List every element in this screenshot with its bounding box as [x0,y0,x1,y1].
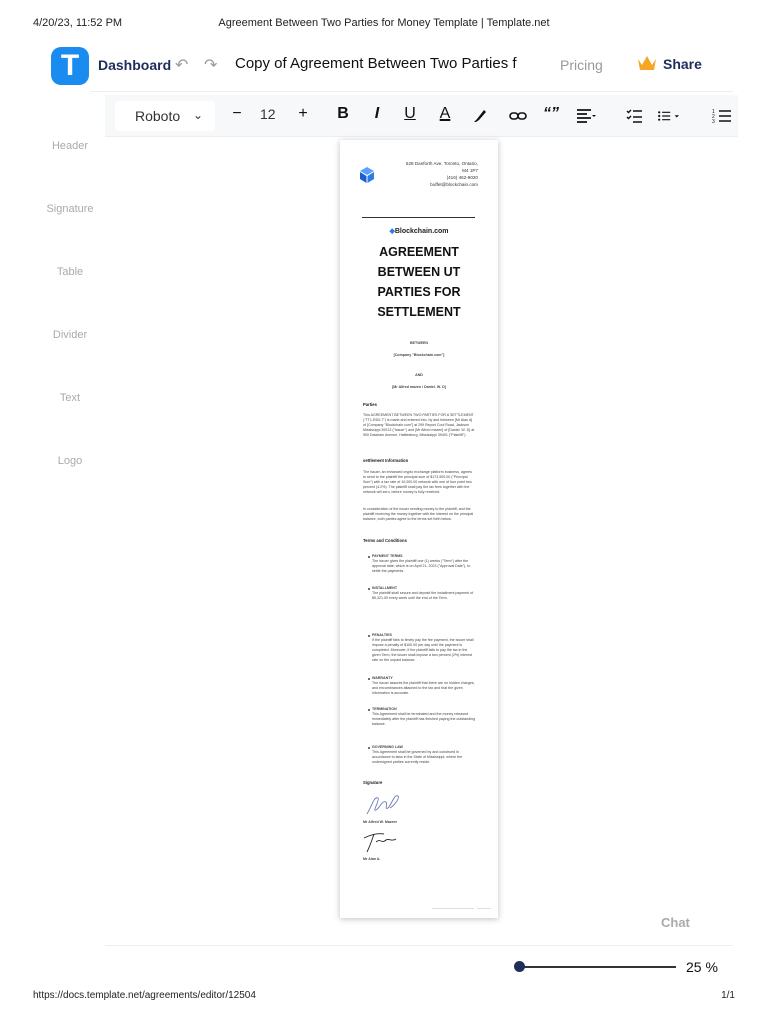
signer-two-name: Mr Alan A. [363,857,381,861]
sidebar-item-table[interactable]: Table [35,266,105,278]
parties-text: This AGREEMENT BETWEEN TWO PARTIES FOR A… [363,413,475,437]
underline-button[interactable]: U [399,105,421,123]
term-item: PENALTIES If the plaintiff fails to timel… [372,633,474,662]
chat-button[interactable]: Chat [661,915,690,930]
bold-button[interactable]: B [332,105,354,123]
font-family-select[interactable]: Roboto ⌄ [115,101,215,131]
quote-icon[interactable]: “” [540,105,562,123]
page-footer-line [432,908,474,909]
font-family-value: Roboto [135,108,181,124]
pricing-link[interactable]: Pricing [560,57,603,73]
settlement-heading: settlement Information [363,458,409,463]
document-title[interactable]: Copy of Agreement Between Two Parties fo… [235,55,517,72]
print-footer: https://docs.template.net/agreements/edi… [33,990,735,1004]
print-page-number: 1/1 [721,990,735,1001]
header-divider [362,217,475,218]
parties-heading: Parties [363,402,377,407]
sidebar-item-text[interactable]: Text [35,392,105,404]
font-size-value[interactable]: 12 [260,106,276,122]
agreement-title[interactable]: AGREEMENT BETWEEN UT PARTIES FOR SETTLEM… [355,242,483,322]
term-item: INSTALLMENT The plaintiff shall secure an… [372,586,474,600]
bullet-icon [368,556,370,558]
sidebar-item-divider[interactable]: Divider [35,329,105,341]
print-page-title: Agreement Between Two Parties for Money … [218,17,550,29]
term-item: PAYMENT TERMS The issuer gives the plaint… [372,554,471,573]
numbered-list-icon[interactable]: 123 [711,107,733,125]
bullet-icon [368,588,370,590]
topbar-divider [90,91,733,92]
sidebar-item-logo[interactable]: Logo [35,455,105,467]
highlighter-icon[interactable] [469,107,491,125]
letterhead[interactable]: 528 Danforth Ave, Toronto, Ontario, M4 1… [340,140,498,210]
bullet-icon [368,747,370,749]
text-color-button[interactable]: A [434,105,456,123]
bullet-list-icon[interactable] [657,107,679,125]
align-menu-icon[interactable] [575,107,597,125]
term-item: GOVERNING LAW This Agreement shall be gov… [372,745,463,764]
zoom-slider-track[interactable] [519,966,676,968]
print-header: 4/20/23, 11:52 PM Agreement Between Two … [33,17,735,31]
party-one: [Company "Blockchain.com"] [393,353,445,357]
terms-heading: Terms and Conditions [363,538,407,543]
increase-font-size-button[interactable]: + [292,105,314,123]
undo-icon[interactable]: ↶ [175,55,188,75]
link-icon[interactable] [507,107,529,125]
term-item: WARRANTY The issuer assures the plaintiff… [372,676,475,695]
between-label: BETWEEN [410,341,428,345]
bullet-icon [368,635,370,637]
brand-name: ◆Blockchain.com [389,228,449,235]
signature-one-image [366,795,399,815]
bullet-icon [368,709,370,711]
redo-icon[interactable]: ↷ [204,55,217,75]
bottom-divider [105,945,733,946]
term-item: TERMINATION This Agreement shall be termi… [372,707,476,726]
signer-one-name: Mr Alfred W. Mazeer [363,820,398,824]
settlement-text: The issuer, an enhanced crypto exchange … [363,470,472,494]
crown-icon [638,56,656,70]
signature-heading: Signature [363,780,383,785]
zoom-slider-handle[interactable] [514,961,525,972]
consideration-text: In consideration of the issuer sending m… [363,507,474,521]
sidebar-item-signature[interactable]: Signature [35,203,105,215]
print-url: https://docs.template.net/agreements/edi… [33,990,256,1001]
share-button[interactable]: Share [663,56,702,72]
company-address: 528 Danforth Ave, Toronto, Ontario, M4 1… [405,161,478,187]
document-page[interactable]: 528 Danforth Ave, Toronto, Ontario, M4 1… [340,140,498,918]
zoom-level: 25 % [686,959,718,975]
format-toolbar: Roboto ⌄ − 12 + B I U A “” 123 [105,95,738,137]
and-label: AND [415,373,423,377]
bullet-icon [368,678,370,680]
signature-two-image [363,833,397,853]
checklist-icon[interactable] [623,107,645,125]
app-topbar: T Dashboard ↶ ↷ Copy of Agreement Betwee… [40,44,728,90]
party-two: [Mr Alfred mazen / Daniel. W. D] [392,385,446,389]
blockchain-logo-icon [360,167,374,183]
svg-text:3: 3 [712,119,715,125]
page-footer-line [477,908,491,909]
sidebar-item-header[interactable]: Header [35,140,105,152]
dashboard-link[interactable]: Dashboard [98,57,171,73]
chevron-down-icon: ⌄ [192,108,203,122]
decrease-font-size-button[interactable]: − [226,105,248,123]
italic-button[interactable]: I [366,105,388,123]
app-logo[interactable]: T [51,47,89,85]
